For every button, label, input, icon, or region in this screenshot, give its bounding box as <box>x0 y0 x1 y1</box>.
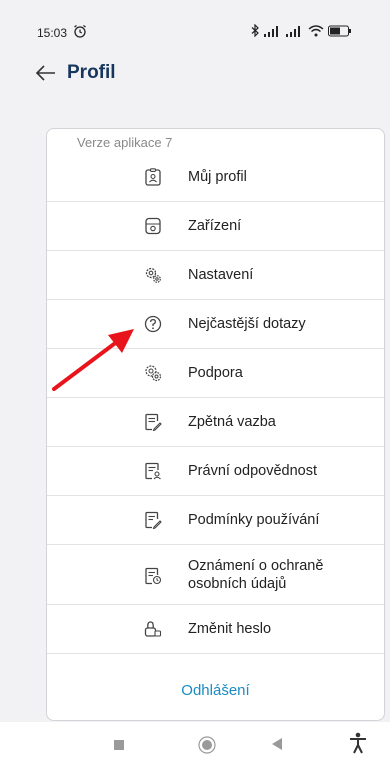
menu-item-legal[interactable]: Právní odpovědnost <box>47 447 384 496</box>
battery-icon <box>328 25 351 36</box>
privacy-doc-icon <box>145 567 162 585</box>
menu-item-terms[interactable]: Podmínky používání <box>47 496 384 545</box>
menu-item-label: Oznámení o ochraně osobních údajů <box>188 557 324 592</box>
menu-item-my-profile[interactable]: Můj profil <box>47 153 384 202</box>
wifi-icon <box>308 24 324 36</box>
device-icon <box>145 217 161 235</box>
home-icon[interactable] <box>196 734 218 756</box>
menu-item-label: Nejčastější dotazy <box>188 316 306 332</box>
accessibility-icon[interactable] <box>349 732 367 754</box>
app-header: Profil <box>0 56 390 96</box>
feedback-doc-icon <box>145 413 162 431</box>
signal-icon <box>264 25 278 37</box>
annotation-arrow-icon <box>52 329 134 391</box>
menu-item-label: Můj profil <box>188 169 247 185</box>
menu-item-privacy[interactable]: Oznámení o ochraně osobních údajů <box>47 545 384 605</box>
menu-item-label: Podpora <box>188 365 243 381</box>
alarm-icon <box>74 24 86 38</box>
legal-doc-icon <box>145 462 161 480</box>
profile-menu-card: Verze aplikace 7 Můj profil Zařízení Nas… <box>46 128 385 721</box>
recent-apps-icon[interactable] <box>113 739 125 751</box>
app-version-label: Verze aplikace 7 <box>77 135 173 150</box>
menu-item-change-password[interactable]: Změnit heslo <box>47 605 384 654</box>
back-arrow-icon[interactable] <box>35 62 57 84</box>
question-circle-icon <box>144 315 162 333</box>
nav-back-icon[interactable] <box>270 736 284 752</box>
signal-icon-2 <box>286 25 300 37</box>
status-icons <box>251 24 352 37</box>
menu-item-label: Nastavení <box>188 267 254 283</box>
profile-menu: Můj profil Zařízení Nastavení Nejčastějš… <box>47 153 384 654</box>
menu-item-label: Změnit heslo <box>188 621 272 637</box>
system-nav-bar <box>0 722 390 778</box>
logout-button[interactable]: Odhlášení <box>47 661 384 720</box>
menu-item-label: Zpětná vazba <box>188 414 276 430</box>
menu-item-label: Podmínky používání <box>188 512 320 528</box>
status-bar: 15:03 <box>0 0 390 56</box>
lock-icon <box>144 621 162 637</box>
menu-item-devices[interactable]: Zařízení <box>47 202 384 251</box>
page-title: Profil <box>67 62 116 83</box>
menu-item-label: Právní odpovědnost <box>188 463 317 479</box>
status-time: 15:03 <box>37 26 68 40</box>
gears-icon <box>145 267 161 283</box>
menu-item-label: Zařízení <box>188 218 242 234</box>
bluetooth-icon <box>251 24 259 37</box>
menu-item-settings[interactable]: Nastavení <box>47 251 384 300</box>
terms-doc-icon <box>145 511 162 529</box>
id-badge-icon <box>145 168 161 186</box>
support-gears-icon <box>145 365 162 382</box>
menu-item-feedback[interactable]: Zpětná vazba <box>47 398 384 447</box>
